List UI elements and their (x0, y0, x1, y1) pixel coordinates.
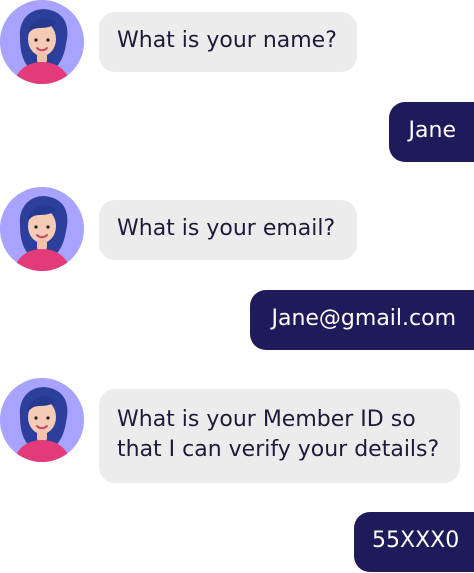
bot-message: What is your name? (99, 12, 357, 72)
woman-avatar-icon (0, 0, 84, 84)
woman-avatar-icon (0, 187, 84, 271)
bot-message: What is your email? (99, 200, 357, 260)
user-message: Jane (389, 102, 474, 162)
user-message: 55XXX0 (354, 512, 474, 572)
woman-avatar-icon (0, 378, 84, 462)
bot-message: What is your Member ID so that I can ver… (99, 389, 460, 483)
chat-thread: What is your name? Jane What is your ema… (0, 0, 474, 573)
user-message: Jane@gmail.com (250, 290, 474, 350)
